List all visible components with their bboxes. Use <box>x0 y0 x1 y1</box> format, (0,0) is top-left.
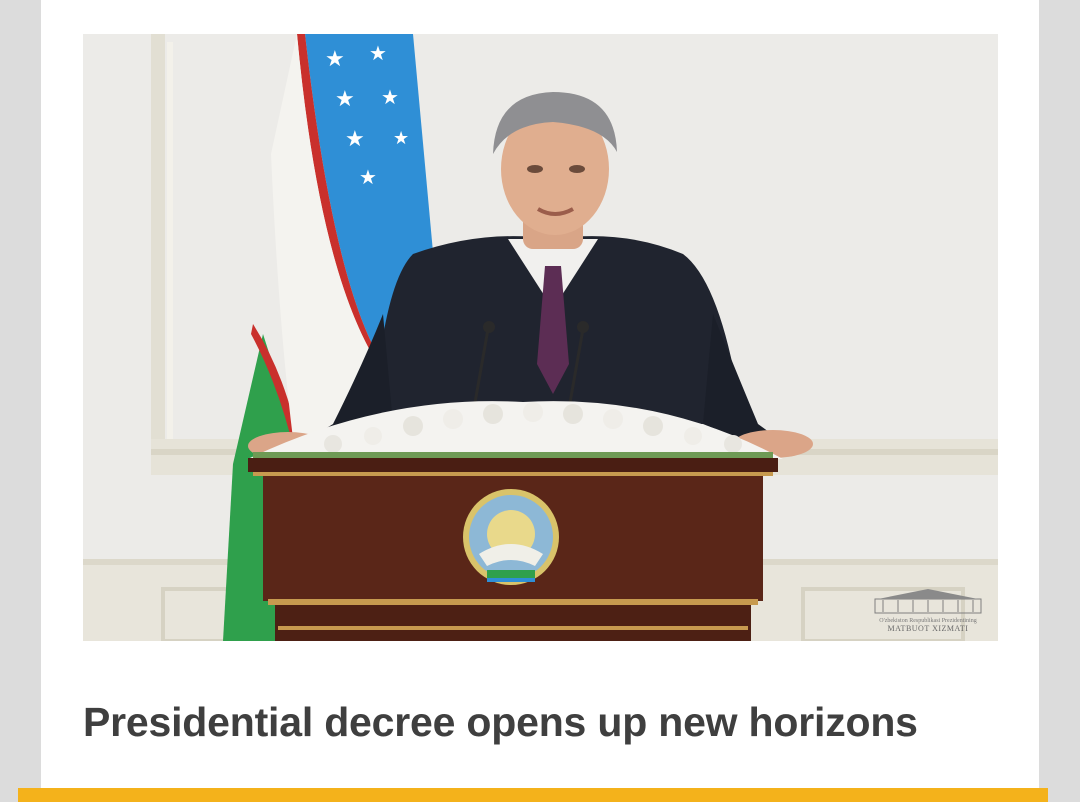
svg-text:★: ★ <box>345 127 365 152</box>
svg-text:★: ★ <box>369 41 387 65</box>
svg-text:★: ★ <box>335 87 355 112</box>
svg-text:★: ★ <box>359 165 377 189</box>
watermark-label: MATBUOT XIZMATI <box>888 624 969 633</box>
accent-bar <box>18 788 1048 802</box>
svg-text:★: ★ <box>325 47 345 72</box>
svg-text:★: ★ <box>393 128 409 149</box>
article-photo[interactable]: ★ ★ ★ ★ ★ ★ ★ O'zbekiston Respublikasi P… <box>83 34 998 641</box>
article-headline[interactable]: Presidential decree opens up new horizon… <box>83 694 998 750</box>
svg-text:★: ★ <box>381 85 399 109</box>
photo-illustration: ★ ★ ★ ★ ★ ★ ★ O'zbekiston Respublikasi P… <box>83 34 998 641</box>
state-emblem-icon <box>463 489 559 585</box>
article-card: ★ ★ ★ ★ ★ ★ ★ O'zbekiston Respublikasi P… <box>41 0 1039 802</box>
